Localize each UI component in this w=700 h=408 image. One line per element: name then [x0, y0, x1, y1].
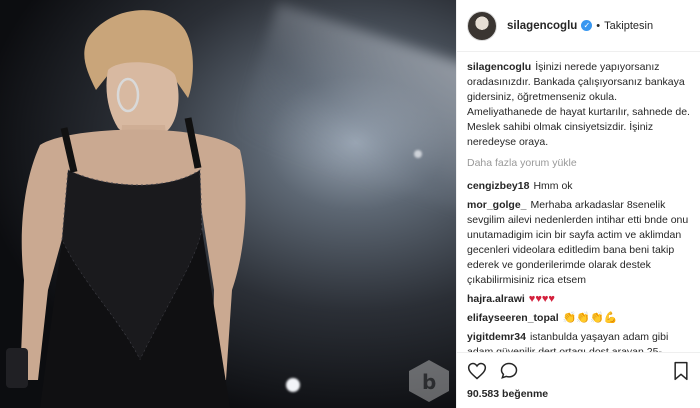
caption-username[interactable]: silagencoglu [467, 61, 531, 73]
heart-icon[interactable] [467, 361, 487, 381]
bookmark-icon[interactable] [672, 361, 690, 381]
comment-username[interactable]: cengizbey18 [467, 180, 529, 192]
comments-list: silagencoglu İşinizi nerede yapıyorsanız … [457, 52, 700, 352]
comment-text: Hmm ok [533, 180, 573, 192]
post-side-panel: silagencoglu ✓ • Takiptesin silagencoglu… [456, 0, 700, 408]
post-photo: b [0, 0, 456, 408]
comment-username[interactable]: hajra.alrawi [467, 293, 525, 305]
comment-item: elifayseeren_topal 👏👏👏💪 [467, 311, 690, 326]
follow-status[interactable]: Takiptesin [604, 20, 653, 32]
comment-item: yigitdemr34 istanbulda yaşayan adam gibi … [467, 330, 690, 352]
caption-text: İşinizi nerede yapıyorsanız oradasınızdı… [467, 61, 690, 148]
comment-item: mor_golge_ Merhaba arkadaslar 8senelik se… [467, 198, 690, 288]
comment-text: Merhaba arkadaslar 8senelik sevgilim ail… [467, 199, 689, 286]
comment-username[interactable]: elifayseeren_topal [467, 312, 559, 324]
comment-username[interactable]: mor_golge_ [467, 199, 527, 211]
singer-figure [6, 10, 246, 408]
load-more-comments-link[interactable]: Daha fazla yorum yükle [467, 156, 690, 171]
avatar[interactable] [467, 10, 497, 41]
comment-username[interactable]: yigitdemr34 [467, 331, 526, 343]
comment-text: 👏👏👏💪 [562, 312, 618, 324]
verified-icon: ✓ [581, 20, 593, 31]
post-header: silagencoglu ✓ • Takiptesin [457, 0, 700, 52]
caption: silagencoglu İşinizi nerede yapıyorsanız … [467, 60, 690, 150]
likes-count[interactable]: 90.583 beğenme [457, 388, 700, 408]
username[interactable]: silagencoglu [507, 20, 577, 32]
watermark-logo-icon: b [409, 360, 449, 402]
comment-text: ♥♥♥♥ [528, 293, 555, 305]
comment-item: cengizbey18 Hmm ok [467, 179, 690, 194]
svg-text:b: b [422, 370, 436, 394]
comment-icon[interactable] [499, 361, 519, 381]
separator-dot: • [596, 19, 601, 32]
comment-item: hajra.alrawi ♥♥♥♥ [467, 292, 690, 307]
instagram-post: b silagencoglu ✓ • Takiptesin silagencog… [0, 0, 700, 408]
post-actions [457, 352, 700, 388]
